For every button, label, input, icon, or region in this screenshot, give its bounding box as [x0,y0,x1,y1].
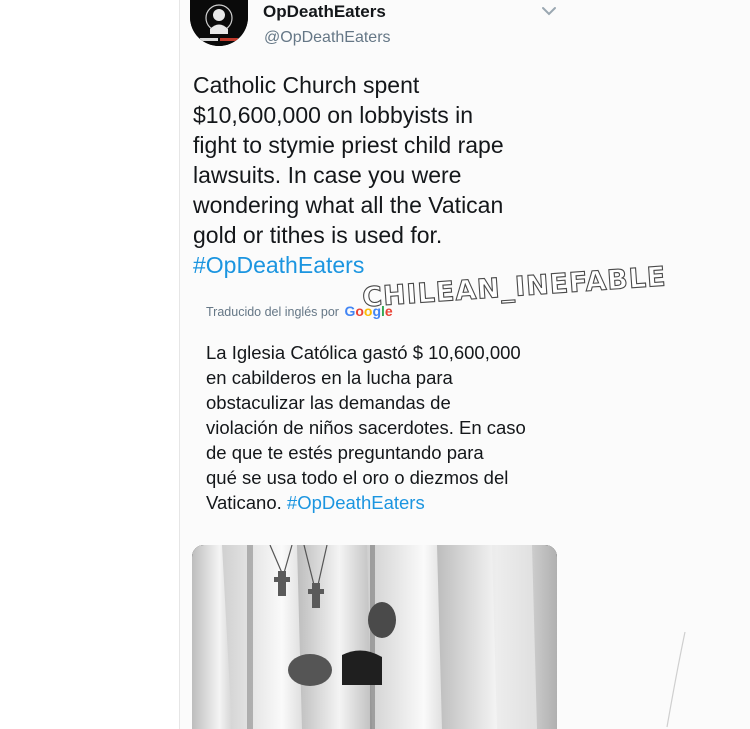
translated-line: Vaticano. #OpDeathEaters [206,490,556,515]
tweet-text-line: lawsuits. In case you were [193,162,462,188]
translated-line-end: Vaticano. [206,492,282,513]
tweet-text-line: wondering what all the Vatican [193,192,504,218]
tweet-media-image[interactable] [192,545,557,729]
tweet-text-line: $10,600,000 on lobbyists in [193,102,474,128]
tweet-text-line: gold or tithes is used for. [193,222,443,248]
priests-robes-photo [192,545,557,729]
translated-text: La Iglesia Católica gastó $ 10,600,000 e… [206,340,556,515]
tweet-text-line: fight to stymie priest child rape [193,132,504,158]
translated-line: La Iglesia Católica gastó $ 10,600,000 [206,342,521,363]
translated-line: obstaculizar las demandas de [206,392,451,413]
translated-line: qué se usa todo el oro o diezmos del [206,467,509,488]
hashtag-link[interactable]: #OpDeathEaters [287,492,425,513]
translated-line: en cabilderos en la lucha para [206,367,453,388]
translation-label: Traducido del inglés por [206,305,339,319]
scribble-mark [666,631,686,728]
display-name[interactable]: OpDeathEaters [263,2,386,22]
translated-line: violación de niños sacerdotes. En caso [206,417,526,438]
user-handle[interactable]: @OpDeathEaters [264,29,391,47]
tweet-text: Catholic Church spent $10,600,000 on lob… [193,70,563,280]
chevron-down-icon[interactable] [540,4,558,18]
tweet-text-line: Catholic Church spent [193,72,420,98]
translated-line: de que te estés preguntando para [206,442,484,463]
